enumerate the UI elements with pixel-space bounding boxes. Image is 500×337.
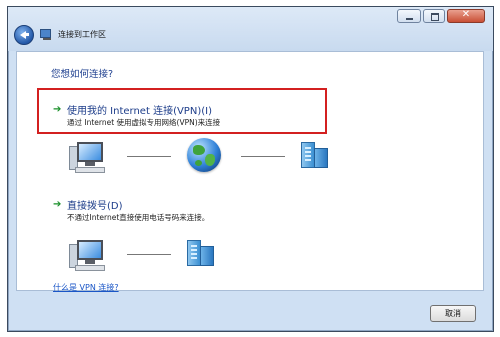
wizard-content: 您想如何连接? ➔ 使用我的 Internet 连接(VPN)(I) 通过 In… — [16, 51, 484, 293]
green-arrow-icon: ➔ — [53, 104, 62, 115]
green-arrow-icon: ➔ — [53, 199, 62, 210]
close-button[interactable] — [447, 9, 485, 23]
computer-icon — [69, 236, 105, 272]
connect-to-workplace-window: 连接到工作区 您想如何连接? ➔ 使用我的 Internet 连接(VPN)(I… — [7, 6, 494, 332]
workplace-network-icon — [301, 138, 331, 170]
connection-line — [127, 156, 171, 157]
page-heading: 您想如何连接? — [51, 69, 114, 80]
workplace-network-icon — [187, 236, 217, 268]
window-title: 连接到工作区 — [58, 30, 106, 39]
vpn-diagram — [69, 134, 349, 174]
network-connection-icon — [40, 29, 52, 41]
title-bar: 连接到工作区 — [8, 7, 493, 51]
computer-icon — [69, 138, 105, 174]
option-direct-dial-title[interactable]: 直接拨号(D) — [67, 197, 123, 212]
window-controls — [397, 9, 485, 23]
maximize-button[interactable] — [423, 9, 445, 23]
option-direct-dial-description: 不通过Internet直接使用电话号码来连接。 — [67, 213, 210, 222]
back-button[interactable] — [14, 25, 34, 45]
connection-line — [127, 254, 171, 255]
minimize-button[interactable] — [397, 9, 421, 23]
cancel-button[interactable]: 取消 — [430, 305, 476, 322]
option-vpn-description: 通过 Internet 使用虚拟专用网络(VPN)来连接 — [67, 118, 221, 127]
dial-diagram — [69, 232, 249, 272]
option-vpn-title[interactable]: 使用我的 Internet 连接(VPN)(I) — [67, 102, 212, 117]
globe-icon — [187, 138, 221, 172]
vpn-help-link[interactable]: 什么是 VPN 连接? — [53, 282, 119, 293]
connection-line — [241, 156, 285, 157]
